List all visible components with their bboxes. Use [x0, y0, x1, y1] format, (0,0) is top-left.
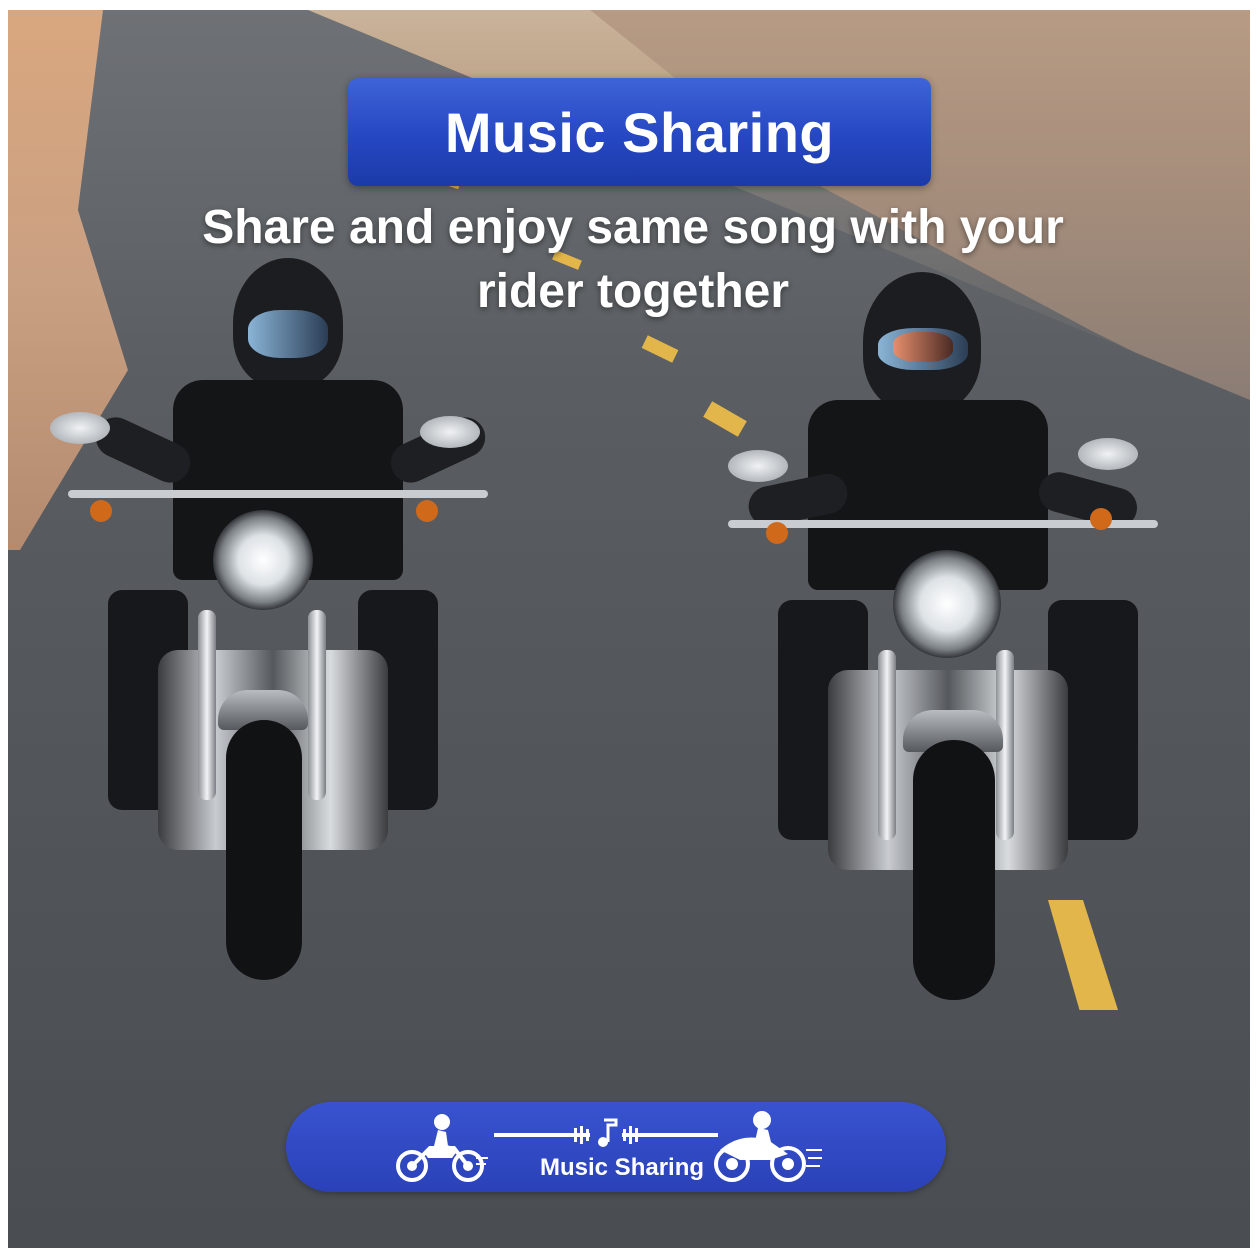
- page-title: Music Sharing: [444, 100, 835, 164]
- photo-scene: Music Sharing Share and enjoy same song …: [8, 10, 1250, 1248]
- handlebar: [68, 490, 488, 498]
- music-sharing-banner: Music Sharing: [286, 1102, 946, 1192]
- front-tire: [226, 720, 302, 980]
- mirror: [50, 412, 110, 444]
- fork: [878, 650, 896, 840]
- subtitle-line-1: Share and enjoy same song with your: [202, 201, 1064, 254]
- banner-label: Music Sharing: [540, 1154, 705, 1181]
- signal-wave-left: [494, 1126, 590, 1144]
- mirror: [420, 416, 480, 448]
- turn-signal: [90, 500, 112, 522]
- motorcycle-rider-icon: [396, 1114, 488, 1182]
- subtitle-line-2: rider together: [476, 265, 790, 318]
- fork: [198, 610, 216, 800]
- turn-signal: [416, 500, 438, 522]
- signal-wave-right: [622, 1126, 718, 1144]
- mirror: [728, 450, 788, 482]
- fork: [308, 610, 326, 800]
- visor-reflection: [893, 332, 953, 362]
- mirror: [1078, 438, 1138, 470]
- title-badge: Music Sharing: [348, 78, 931, 186]
- turn-signal: [766, 522, 788, 544]
- subtitle: Share and enjoy same song with your ride…: [158, 196, 1108, 324]
- turn-signal: [1090, 508, 1112, 530]
- front-tire: [913, 740, 995, 1000]
- motorcycle-rider-icon: [714, 1111, 822, 1182]
- music-note-icon: [598, 1118, 618, 1147]
- headlight: [213, 510, 313, 610]
- headlight: [893, 550, 1001, 658]
